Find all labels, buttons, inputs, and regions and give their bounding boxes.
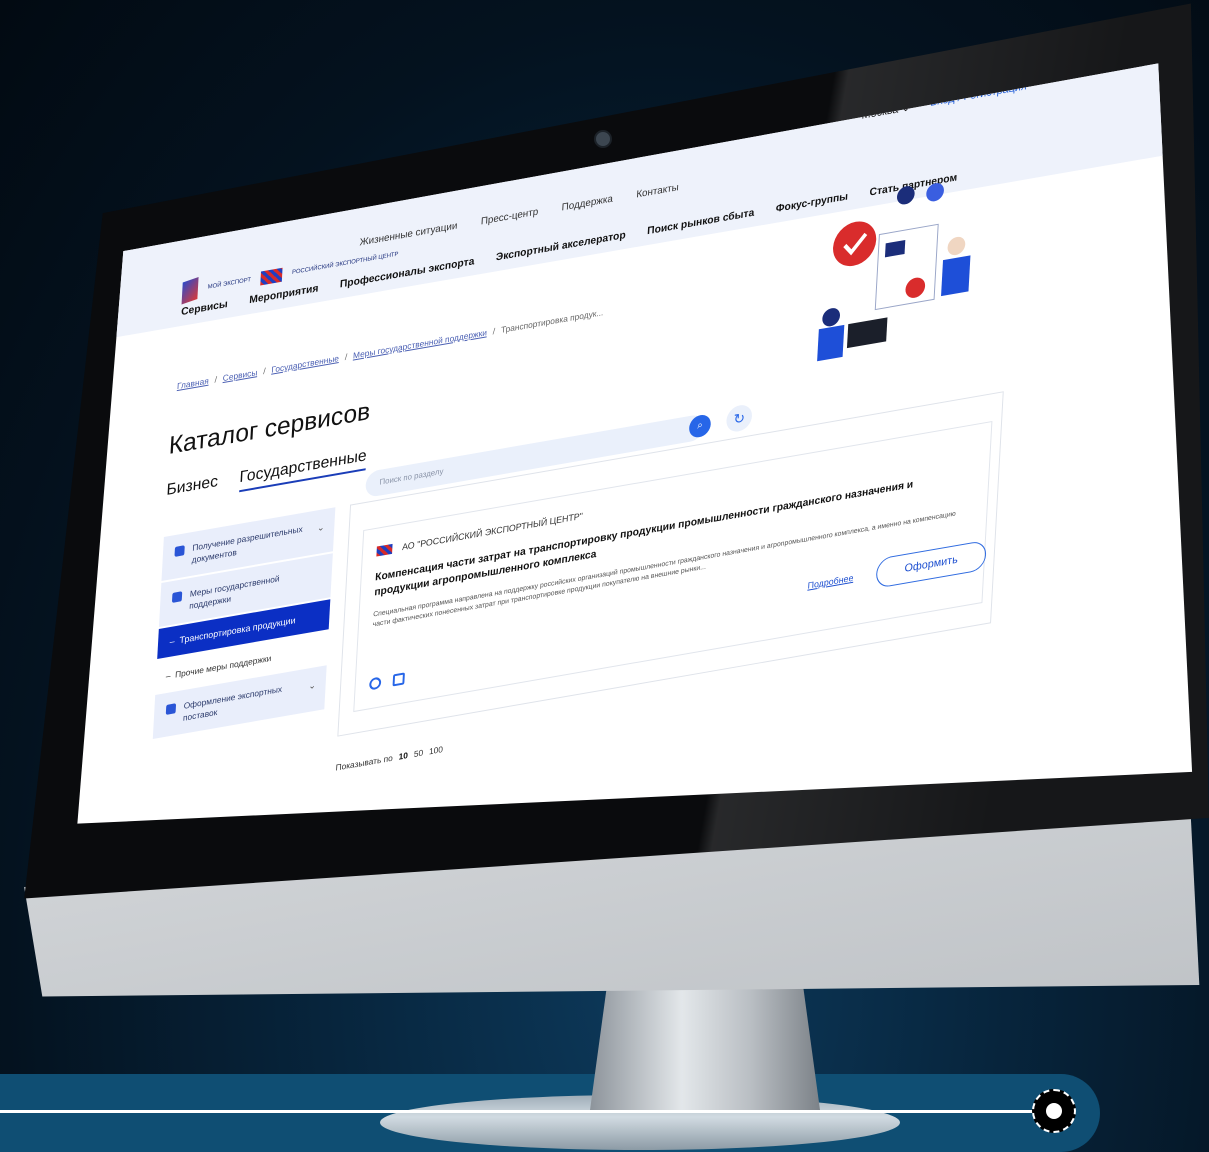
logo-moy-text: МОЙ ЭКСПОРТ xyxy=(207,276,252,291)
apply-button[interactable]: Оформить xyxy=(875,539,987,589)
checkmark-badge-icon xyxy=(833,221,877,267)
sidebar: Получение разрешительных документов ⌄ Ме… xyxy=(152,507,336,741)
camera-icon xyxy=(594,130,612,148)
page-size-label: Показывать по xyxy=(335,752,394,773)
sidebar-item-label: Оформление экспортных поставок xyxy=(182,683,283,723)
chevron-down-icon: ⌄ xyxy=(316,521,325,534)
refresh-icon[interactable]: ↻ xyxy=(725,403,753,434)
tab-business[interactable]: Бизнес xyxy=(166,473,218,505)
person-body-icon xyxy=(941,255,971,297)
tab-government[interactable]: Государственные xyxy=(238,447,368,493)
breadcrumb-government[interactable]: Государственные xyxy=(271,353,339,375)
document-icon xyxy=(171,591,183,603)
lightbulb-icon xyxy=(896,186,915,205)
document-icon xyxy=(874,223,939,311)
rec-logo-icon xyxy=(260,267,283,286)
breadcrumb: Главная / Сервисы / Государственные / Меры … xyxy=(177,307,604,391)
moy-export-logo-icon xyxy=(181,276,199,305)
page-size-option-10[interactable]: 10 xyxy=(398,750,408,762)
person-head-icon xyxy=(822,308,841,327)
details-link[interactable]: Подробнее xyxy=(807,573,853,591)
monitor-stand xyxy=(590,975,820,1110)
breadcrumb-sep: / xyxy=(262,365,266,377)
progress-line xyxy=(0,1110,1040,1113)
page-size-option-100[interactable]: 100 xyxy=(429,744,443,756)
search-placeholder: Поиск по разделу xyxy=(379,466,444,487)
sidebar-item-label: Меры государственной поддержки xyxy=(188,573,280,611)
hero-illustration xyxy=(817,183,971,362)
breadcrumb-services[interactable]: Сервисы xyxy=(223,367,258,383)
breadcrumb-support[interactable]: Меры государственной поддержки xyxy=(353,327,487,360)
slider-knob[interactable] xyxy=(1032,1089,1076,1133)
rec-logo-icon xyxy=(376,543,393,557)
breadcrumb-current: Транспортировка продук... xyxy=(500,307,604,335)
document-icon xyxy=(165,703,177,715)
fire-icon xyxy=(368,676,382,691)
document-icon xyxy=(174,545,185,557)
laptop-icon xyxy=(846,317,888,349)
document-icon xyxy=(392,672,405,687)
chevron-down-icon: ⌄ xyxy=(308,679,317,692)
search-icon[interactable]: ⌕ xyxy=(688,413,712,439)
page-size-option-50[interactable]: 50 xyxy=(414,747,424,759)
page-size-selector: Показывать по 10 50 100 xyxy=(335,744,443,773)
breadcrumb-sep: / xyxy=(344,351,348,362)
person-head-icon xyxy=(947,236,966,256)
breadcrumb-sep: / xyxy=(492,325,496,337)
person-body-icon xyxy=(817,324,845,362)
breadcrumb-sep: / xyxy=(214,374,218,385)
sidebar-item-label: Прочие меры поддержки xyxy=(174,652,272,680)
person-head-icon xyxy=(926,183,944,202)
breadcrumb-home[interactable]: Главная xyxy=(177,376,209,392)
sidebar-item-label: Получение разрешительных документов xyxy=(191,523,303,565)
